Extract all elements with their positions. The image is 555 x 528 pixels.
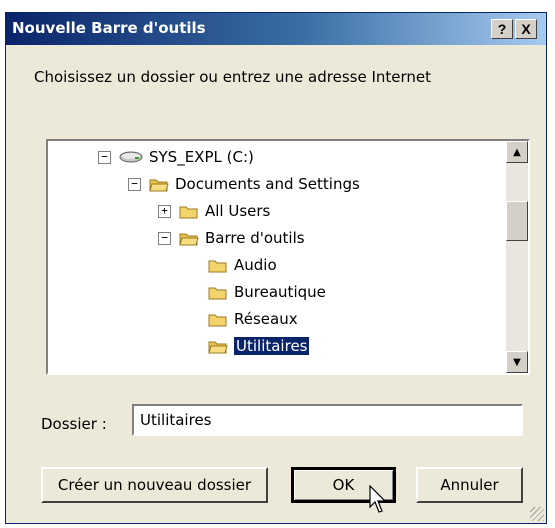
dialog-prompt: Choisissez un dossier ou entrez une adre… [34,68,432,86]
folder-open-icon [149,179,169,191]
arrow-down-icon: ▼ [513,356,521,368]
collapse-icon[interactable]: − [158,231,171,245]
folder-field[interactable] [132,404,523,436]
tree-item-label: Audio [234,256,277,274]
tree-viewport: − SYS_EXPL (C:) − Documents and Settings [48,141,506,373]
tree-scrollbar[interactable]: ▲ ▼ [506,141,528,373]
tree-item-label: SYS_EXPL (C:) [149,148,254,166]
mouse-cursor-icon [369,485,387,513]
tree-item-label: Réseaux [234,310,298,328]
collapse-icon[interactable]: − [98,150,111,164]
expand-icon[interactable]: + [158,204,171,218]
cancel-button[interactable]: Annuler [416,467,523,503]
scroll-down-button[interactable]: ▼ [506,351,528,373]
tree-item-label: All Users [205,202,271,220]
arrow-up-icon: ▲ [513,146,521,158]
close-button[interactable]: X [515,19,537,39]
scroll-up-button[interactable]: ▲ [506,141,528,163]
folder-icon [208,314,227,326]
title-bar[interactable]: Nouvelle Barre d'outils ? X [6,13,546,45]
folder-icon [208,287,227,299]
help-button[interactable]: ? [491,19,513,39]
tree-item-label: Utilitaires [232,336,311,356]
scroll-thumb[interactable] [506,201,528,241]
tree-item-documents-and-settings[interactable]: − Documents and Settings [128,171,360,197]
tree-item-label: Bureautique [234,283,326,301]
new-toolbar-dialog: Nouvelle Barre d'outils ? X Choisissez u… [5,12,547,524]
tree-item-all-users[interactable]: + All Users [158,198,270,224]
folder-field-label: Dossier : [41,415,107,433]
tree-item-label: Barre d'outils [205,229,305,247]
folder-icon [208,260,227,272]
tree-item-reseaux[interactable]: Réseaux [208,306,298,332]
tree-item-drive[interactable]: − SYS_EXPL (C:) [98,144,254,170]
tree-item-barre-doutils[interactable]: − Barre d'outils [158,225,305,251]
tree-item-utilitaires[interactable]: Utilitaires [208,333,311,359]
tree-item-audio[interactable]: Audio [208,252,277,278]
resize-grip[interactable] [530,507,544,521]
folder-open-icon [179,233,199,245]
tree-item-label: Documents and Settings [175,175,360,193]
folder-open-icon [208,341,228,353]
tree-item-bureautique[interactable]: Bureautique [208,279,326,305]
new-folder-button[interactable]: Créer un nouveau dossier [41,467,268,503]
folder-tree[interactable]: − SYS_EXPL (C:) − Documents and Settings [46,139,530,375]
dialog-title: Nouvelle Barre d'outils [12,19,206,37]
drive-icon [119,151,143,163]
folder-icon [179,206,198,218]
collapse-icon[interactable]: − [128,177,141,191]
